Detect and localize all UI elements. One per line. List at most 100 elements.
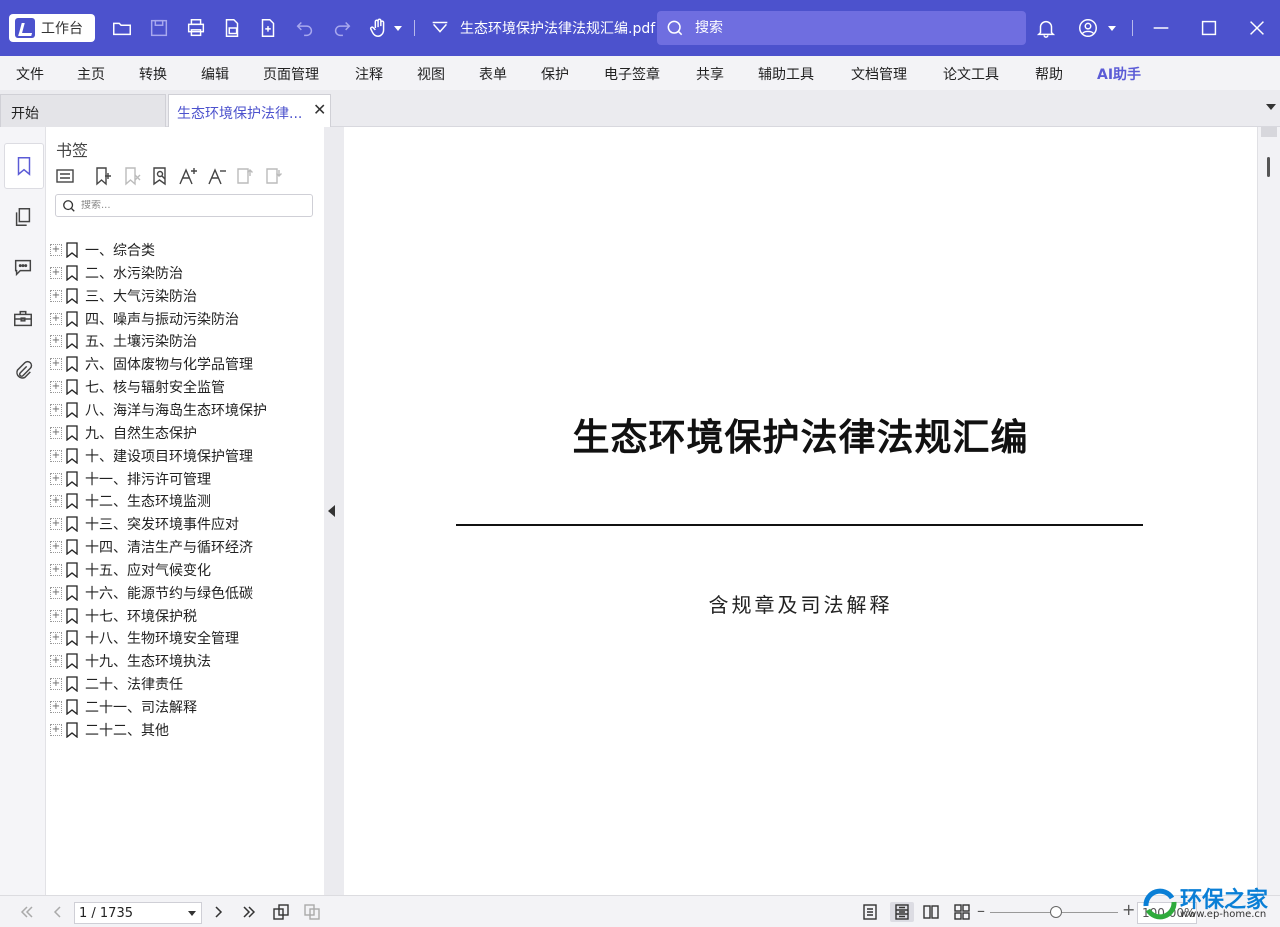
bookmark-item[interactable]: 十三、突发环境事件应对 [50,514,239,534]
expand-icon[interactable] [50,563,62,576]
close-window-icon[interactable] [1245,16,1269,40]
bookmark-item[interactable]: 八、海洋与海岛生态环境保护 [50,400,267,420]
bookmark-item[interactable]: 十八、生物环境安全管理 [50,628,239,648]
menu-help[interactable]: 帮助 [1035,64,1063,84]
workbench-button[interactable]: 工作台 [9,14,95,42]
next-view-icon[interactable] [302,902,322,922]
account-icon[interactable] [1076,16,1100,40]
first-page-icon[interactable] [17,902,37,922]
bookmark-item[interactable]: 五、土壤污染防治 [50,331,197,351]
minimize-icon[interactable] [1149,16,1173,40]
redo-icon[interactable] [330,16,354,40]
menu-thesis-tools[interactable]: 论文工具 [943,64,999,84]
expand-icon[interactable] [50,541,62,554]
collapse-bookmarks-icon[interactable] [263,165,285,187]
expand-icon[interactable] [50,244,62,256]
expand-icon[interactable] [50,335,62,348]
undo-icon[interactable] [293,16,317,40]
attachment-icon[interactable] [8,356,38,386]
bookmark-options-icon[interactable] [54,165,76,187]
bookmark-item[interactable]: 六、固体废物与化学品管理 [50,354,253,374]
bookmark-item[interactable]: 十、建设项目环境保护管理 [50,446,253,466]
expand-icon[interactable] [50,266,62,279]
bookmark-item[interactable]: 一、综合类 [50,240,155,260]
expand-icon[interactable] [50,289,62,302]
menu-comment[interactable]: 注释 [355,64,383,84]
menu-view[interactable]: 视图 [417,64,445,84]
menu-convert[interactable]: 转换 [139,64,167,84]
menu-share[interactable]: 共享 [696,64,724,84]
thumbnails-icon[interactable] [8,202,38,232]
find-bookmark-icon[interactable] [149,165,171,187]
expand-icon[interactable] [50,472,62,485]
expand-icon[interactable] [50,723,62,736]
bookmark-item[interactable]: 二十二、其他 [50,720,169,740]
bookmark-item[interactable]: 十二、生态环境监测 [50,491,211,511]
toolbox-icon[interactable] [8,304,38,334]
expand-icon[interactable] [50,495,62,508]
decrease-font-icon[interactable] [206,165,228,187]
previous-page-icon[interactable] [48,902,68,922]
expand-icon[interactable] [50,632,62,645]
panel-splitter[interactable] [324,127,344,895]
new-document-icon[interactable] [256,16,280,40]
bookmark-item[interactable]: 二、水污染防治 [50,263,183,283]
expand-icon[interactable] [50,312,62,325]
tab-document[interactable]: 生态环境保护法律... [168,94,331,128]
menu-file[interactable]: 文件 [16,64,44,84]
bookmark-item[interactable]: 十五、应对气候变化 [50,560,211,580]
menu-ai-assistant[interactable]: AI助手 [1097,64,1141,84]
bookmark-item[interactable]: 二十一、司法解释 [50,697,197,717]
expand-icon[interactable] [50,381,62,394]
menu-home[interactable]: 主页 [77,64,105,84]
expand-icon[interactable] [50,701,62,713]
previous-view-icon[interactable] [271,902,291,922]
menu-form[interactable]: 表单 [479,64,507,84]
expand-icon[interactable] [50,678,62,691]
search-box[interactable] [657,11,1026,45]
expand-icon[interactable] [50,449,62,462]
menu-edit[interactable]: 编辑 [201,64,229,84]
menu-document-management[interactable]: 文档管理 [851,64,907,84]
bookmark-item[interactable]: 二十、法律责任 [50,674,183,694]
collapse-panel-arrow-icon[interactable] [328,505,335,517]
create-pdf-icon[interactable] [220,16,244,40]
hand-tool-dropdown-icon[interactable] [392,16,404,40]
expand-icon[interactable] [50,586,62,599]
delete-bookmark-icon[interactable] [121,165,143,187]
bookmark-item[interactable]: 七、核与辐射安全监管 [50,377,225,397]
close-tab-icon[interactable]: ✕ [313,102,326,118]
menu-protect[interactable]: 保护 [541,64,569,84]
bookmark-item[interactable]: 十九、生态环境执法 [50,651,211,671]
scrollbar-thumb[interactable] [1267,157,1270,177]
bookmark-item[interactable]: 三、大气污染防治 [50,286,197,306]
menu-tools[interactable]: 辅助工具 [758,64,814,84]
bookmark-search-box[interactable] [55,194,313,217]
expand-icon[interactable] [50,403,62,416]
page-number-field[interactable]: 1 / 1735 [74,902,202,924]
expand-icon[interactable] [50,358,62,371]
tab-list-dropdown-icon[interactable] [1266,104,1276,110]
continuous-view-icon[interactable] [890,902,914,922]
zoom-slider-knob[interactable] [1050,906,1062,918]
open-folder-icon[interactable] [110,16,134,40]
bookmark-item[interactable]: 十一、排污许可管理 [50,469,211,489]
two-page-continuous-view-icon[interactable] [952,902,972,922]
zoom-out-icon[interactable]: – [977,901,985,920]
vertical-scrollbar[interactable] [1257,127,1280,895]
save-icon[interactable] [147,16,171,40]
menu-e-signature[interactable]: 电子签章 [604,64,660,84]
expand-icon[interactable] [50,655,62,668]
page-dropdown-icon[interactable] [188,911,196,916]
bookmark-search-input[interactable] [81,200,301,211]
bookmark-item[interactable]: 四、噪声与振动污染防治 [50,309,239,329]
single-page-view-icon[interactable] [860,902,880,922]
bookmark-item[interactable]: 九、自然生态保护 [50,423,197,443]
expand-icon[interactable] [50,518,62,531]
last-page-icon[interactable] [239,902,259,922]
bookmark-item[interactable]: 十六、能源节约与绿色低碳 [50,583,253,603]
print-icon[interactable] [184,16,208,40]
increase-font-icon[interactable] [177,165,199,187]
add-bookmark-icon[interactable] [92,165,114,187]
bookmark-item[interactable]: 十四、清洁生产与循环经济 [50,537,253,557]
